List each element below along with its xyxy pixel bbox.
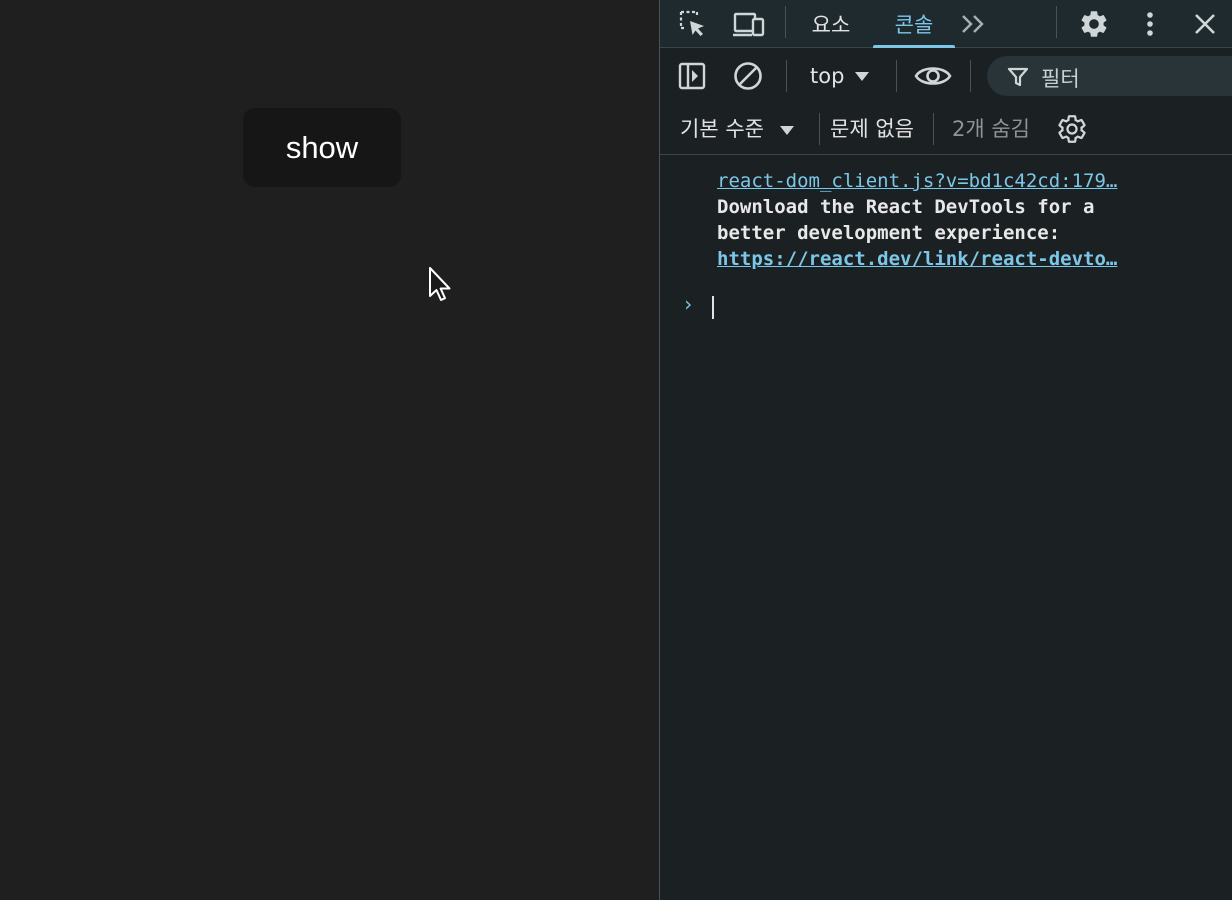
more-tabs-icon[interactable] <box>958 6 990 42</box>
live-expression-eye-icon[interactable] <box>912 58 954 94</box>
issues-status[interactable]: 문제 없음 <box>830 113 914 143</box>
toolbar-separator-5 <box>933 113 934 145</box>
log-level-dropdown[interactable]: 기본 수준 <box>680 113 795 143</box>
filter-placeholder: 필터 <box>1041 67 1080 91</box>
console-input-caret[interactable] <box>712 296 714 319</box>
message-text-line-2: better development experience: <box>717 222 1061 244</box>
active-tab-indicator <box>873 45 955 48</box>
message-url-link[interactable]: https://react.dev/link/react-devto… <box>717 246 1187 272</box>
filter-input[interactable]: 필터 <box>987 56 1232 96</box>
page-viewport: show <box>0 0 659 900</box>
context-value: top <box>810 64 845 88</box>
toolbar-separator <box>786 60 787 92</box>
console-prompt-chevron-icon: › <box>682 292 695 316</box>
toolbar-separator-2 <box>896 60 897 92</box>
console-toolbar: top 필터 <box>660 49 1232 103</box>
message-source-link[interactable]: react-dom_client.js?v=bd1c42cd:179… <box>717 168 1187 194</box>
mouse-cursor-icon <box>429 267 451 301</box>
devtools-tabbar: 요소 콘솔 <box>660 0 1232 48</box>
log-level-label: 기본 수준 <box>680 117 764 141</box>
console-settings-icon[interactable] <box>1054 111 1090 147</box>
toolbar-separator-3 <box>970 60 971 92</box>
dropdown-arrow-icon <box>855 72 870 81</box>
message-text-line-1: Download the React DevTools for a <box>717 196 1095 218</box>
context-selector[interactable]: top <box>810 61 870 91</box>
kebab-menu-icon[interactable] <box>1138 6 1162 42</box>
close-icon[interactable] <box>1188 6 1222 42</box>
devtools-panel: 요소 콘솔 top 필터 기본 수준 문제 없음 2개 숨김 react-dom… <box>659 0 1232 900</box>
tab-elements[interactable]: 요소 <box>800 0 862 48</box>
filter-icon <box>1007 67 1029 87</box>
console-output: react-dom_client.js?v=bd1c42cd:179… Down… <box>660 156 1232 900</box>
device-toolbar-icon[interactable] <box>730 6 768 42</box>
show-button[interactable]: show <box>243 108 401 187</box>
inspect-element-icon[interactable] <box>674 6 712 42</box>
settings-icon[interactable] <box>1074 5 1114 43</box>
tabbar-separator <box>785 6 786 38</box>
console-message: react-dom_client.js?v=bd1c42cd:179… Down… <box>717 168 1187 272</box>
tabbar-separator-2 <box>1056 6 1057 38</box>
clear-console-icon[interactable] <box>730 58 766 94</box>
dropdown-arrow-icon <box>779 126 794 135</box>
sidebar-toggle-icon[interactable] <box>674 58 710 94</box>
toolbar-separator-4 <box>819 113 820 145</box>
console-toolbar-secondary: 기본 수준 문제 없음 2개 숨김 <box>660 103 1232 155</box>
tab-console[interactable]: 콘솔 <box>875 0 953 48</box>
hidden-count: 2개 숨김 <box>952 117 1030 141</box>
